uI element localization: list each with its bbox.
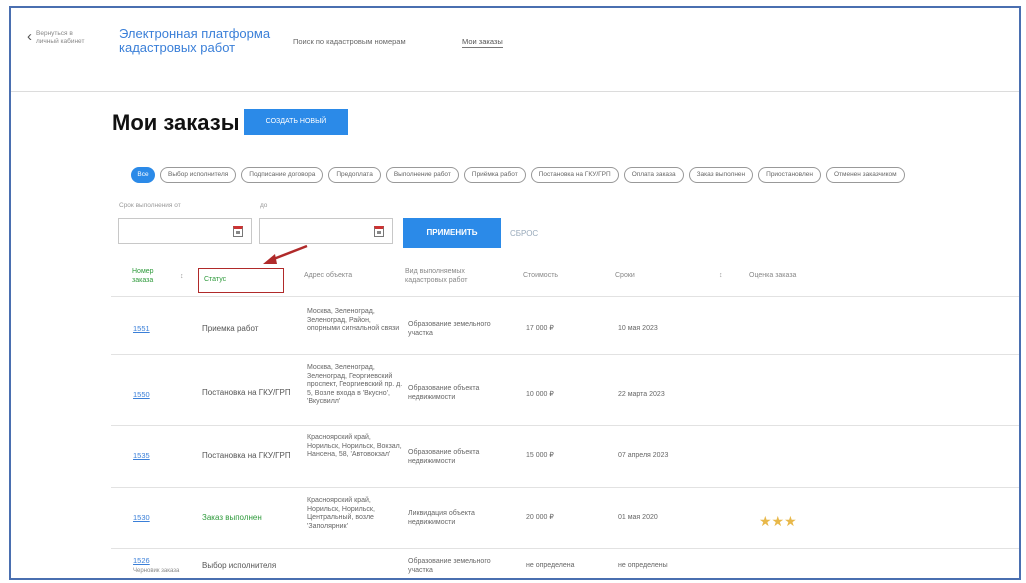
- brand-logo[interactable]: Электронная платформа кадастровых работ: [119, 27, 279, 55]
- order-date: не определены: [618, 562, 668, 569]
- col-header-address: Адрес объекта: [304, 272, 353, 279]
- filter-chip[interactable]: Постановка на ГКУ/ГРП: [530, 167, 619, 183]
- order-cost: 17 000 ₽: [526, 325, 554, 332]
- filter-chip[interactable]: Выбор исполнителя: [160, 167, 237, 183]
- order-date: 22 марта 2023: [618, 391, 665, 398]
- calendar-icon[interactable]: [374, 226, 384, 237]
- order-status: Приемка работ: [202, 324, 259, 333]
- order-work-type: Ликвидация объекта недвижимости: [408, 510, 475, 526]
- order-number-link[interactable]: 1530: [133, 513, 150, 523]
- col-header-cost: Стоимость: [523, 272, 559, 279]
- order-cost: 10 000 ₽: [526, 391, 554, 398]
- back-label: Вернуться в личный кабинет: [36, 30, 85, 45]
- order-status: Выбор исполнителя: [202, 561, 277, 570]
- date-to-label: до: [260, 202, 268, 209]
- date-from-label: Срок выполнения от: [119, 202, 181, 209]
- order-cost: 20 000 ₽: [526, 514, 554, 521]
- page-title: Мои заказы: [112, 110, 240, 135]
- order-status: Постановка на ГКУ/ГРП: [202, 388, 291, 397]
- nav-my-orders[interactable]: Мои заказы: [462, 37, 503, 48]
- browser-frame: ‹ Вернуться в личный кабинет Электронная…: [9, 6, 1021, 580]
- header: ‹ Вернуться в личный кабинет Электронная…: [11, 8, 1019, 92]
- col-header-dates: Сроки: [615, 272, 635, 279]
- row-divider: [111, 425, 1019, 426]
- row-divider: [111, 487, 1019, 488]
- calendar-icon[interactable]: [233, 226, 243, 237]
- order-status: Заказ выполнен: [202, 513, 262, 522]
- annotation-arrow-icon: [263, 244, 308, 264]
- order-work-type: Образование земельного участка: [408, 558, 491, 574]
- row-divider: [111, 548, 1019, 549]
- filter-chip[interactable]: Приостановлен: [758, 167, 821, 183]
- col-header-work: Вид выполняемых кадастровых работ: [405, 268, 468, 284]
- reset-link[interactable]: сброс: [510, 229, 538, 238]
- filter-chip[interactable]: Оплата заказа: [623, 167, 684, 183]
- order-address: Красноярский край, Норильск, Норильск, Ц…: [307, 497, 375, 530]
- filter-chip[interactable]: Приёмка работ: [463, 167, 526, 183]
- order-work-type: Образование земельного участка: [408, 321, 491, 337]
- chevron-left-icon: ‹: [27, 28, 32, 45]
- nav-cadastral-search[interactable]: Поиск по кадастровым номерам: [293, 37, 406, 46]
- apply-button[interactable]: применить: [403, 218, 501, 248]
- order-work-type: Образование объекта недвижимости: [408, 385, 480, 401]
- row-divider: [111, 296, 1019, 297]
- order-number-link[interactable]: 1535: [133, 451, 150, 461]
- order-cost: 15 000 ₽: [526, 452, 554, 459]
- filter-chip-all[interactable]: Все: [131, 167, 155, 183]
- order-work-type: Образование объекта недвижимости: [408, 449, 480, 465]
- order-cost: не определена: [526, 562, 575, 569]
- order-substatus: Черновик заказа: [133, 568, 180, 574]
- order-date: 10 мая 2023: [618, 325, 658, 332]
- back-link[interactable]: ‹ Вернуться в личный кабинет: [27, 28, 88, 46]
- sort-icon[interactable]: ↕: [180, 273, 184, 280]
- order-date: 07 апреля 2023: [618, 452, 669, 459]
- filter-chip[interactable]: Подписание договора: [241, 167, 324, 183]
- order-date: 01 мая 2020: [618, 514, 658, 521]
- order-address: Москва, Зеленоград, Зеленоград, Район, о…: [307, 308, 400, 332]
- date-to-input[interactable]: [259, 218, 393, 244]
- row-divider: [111, 354, 1019, 355]
- filter-chip[interactable]: Предоплата: [328, 167, 381, 183]
- status-filters: Все Выбор исполнителя Подписание договор…: [131, 167, 905, 183]
- order-number-link[interactable]: 1550: [133, 390, 150, 400]
- order-address: Красноярский край, Норильск, Норильск, В…: [307, 434, 402, 458]
- status-highlight-box: [198, 268, 284, 293]
- col-header-rating: Оценка заказа: [749, 272, 797, 279]
- order-number-link[interactable]: 1551: [133, 324, 150, 334]
- rating-stars-icon: ★★★: [759, 513, 797, 529]
- order-address: Москва, Зеленоград, Зеленоград, Георгиев…: [307, 364, 403, 405]
- col-header-number[interactable]: Номер заказа: [132, 267, 172, 285]
- order-number-link[interactable]: 1526: [133, 556, 150, 566]
- filter-chip[interactable]: Отменен заказчиком: [825, 167, 905, 183]
- order-status: Постановка на ГКУ/ГРП: [202, 451, 291, 460]
- filter-chip[interactable]: Выполнение работ: [385, 167, 459, 183]
- create-new-button[interactable]: создать новый: [244, 109, 348, 135]
- sort-icon[interactable]: ↕: [719, 272, 723, 279]
- date-from-input[interactable]: [118, 218, 252, 244]
- filter-chip[interactable]: Заказ выполнен: [688, 167, 754, 183]
